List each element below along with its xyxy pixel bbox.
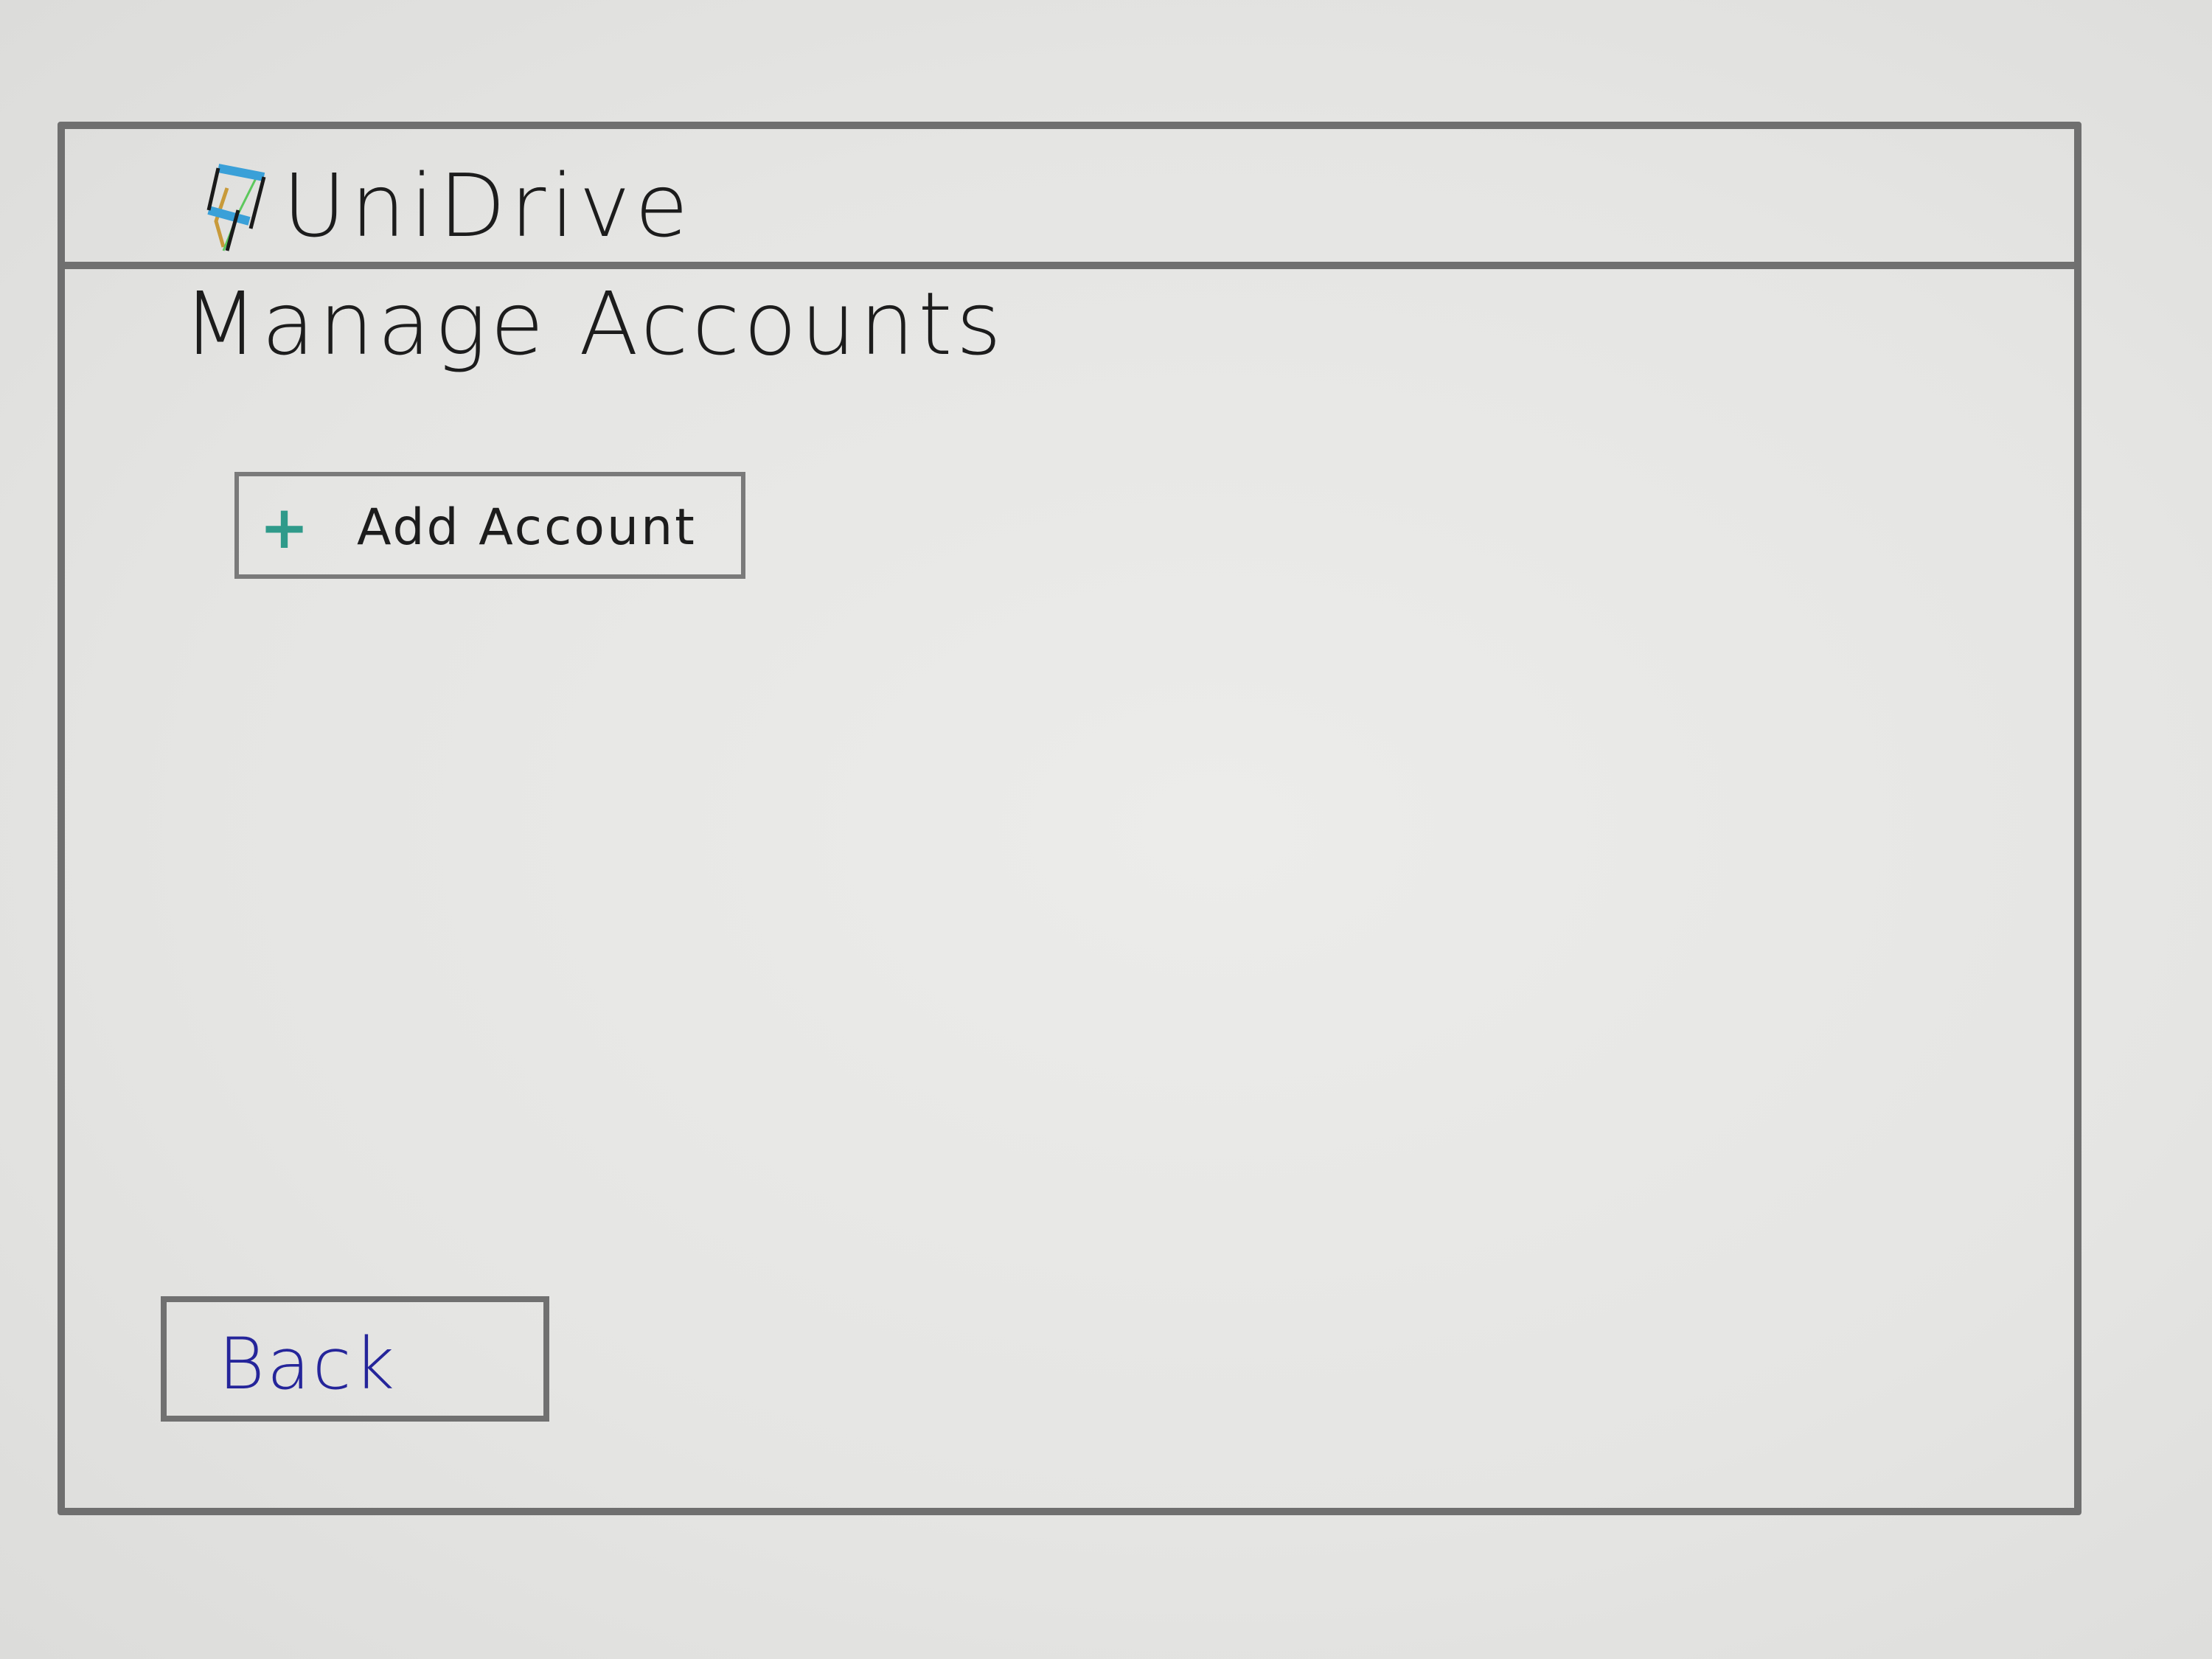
plus-icon: + [260, 493, 310, 562]
back-label: Back [218, 1323, 397, 1405]
add-account-label: Add Account [357, 498, 697, 557]
app-window: UniDrive Manage Accounts + Add Account B… [58, 122, 2081, 1515]
cube-logo-icon [206, 164, 266, 251]
add-account-button[interactable]: + Add Account [234, 472, 745, 579]
app-title: UniDrive [282, 155, 693, 257]
page-title: Manage Accounts [183, 273, 1006, 375]
back-button[interactable]: Back [161, 1296, 549, 1422]
app-header: UniDrive [65, 129, 2074, 269]
